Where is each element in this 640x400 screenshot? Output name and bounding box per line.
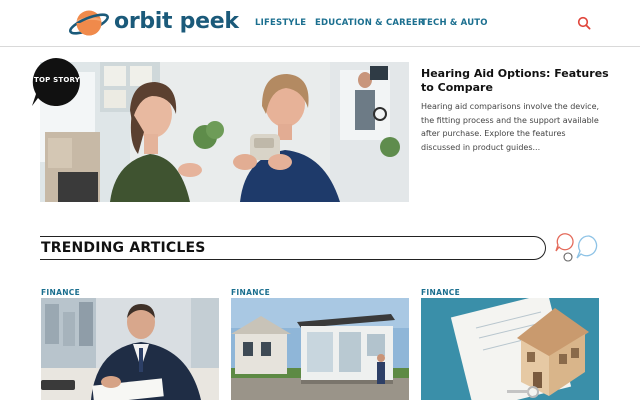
- search-icon[interactable]: [577, 16, 591, 30]
- site-logo[interactable]: orbit peek: [68, 6, 239, 40]
- nav-lifestyle[interactable]: LIFESTYLE: [255, 18, 306, 28]
- card-category[interactable]: FINANCE: [41, 288, 80, 297]
- card-image-businessman[interactable]: [41, 298, 219, 400]
- top-story-excerpt: Hearing aid comparisons involve the devi…: [421, 102, 600, 152]
- businessman-photo: [41, 298, 219, 400]
- site-header: orbit peek LIFESTYLE EDUCATION & CAREER …: [0, 0, 640, 47]
- house-model-photo: [421, 298, 599, 400]
- card-image-house-model[interactable]: [421, 298, 599, 400]
- top-story-image[interactable]: [40, 62, 409, 202]
- nav-tech-auto[interactable]: TECH & AUTO: [421, 18, 488, 28]
- trending-title: TRENDING ARTICLES: [41, 240, 206, 256]
- nav-education-career[interactable]: EDUCATION & CAREER: [315, 18, 425, 28]
- logo-wordmark: orbit peek: [114, 9, 239, 34]
- planet-logo-icon: [69, 10, 109, 36]
- card-category[interactable]: FINANCE: [421, 288, 460, 297]
- top-story-title[interactable]: Hearing Aid Options: Features to Compare: [421, 67, 611, 95]
- speech-bubbles-icon: [555, 233, 598, 262]
- card-category[interactable]: FINANCE: [231, 288, 270, 297]
- tiny-house-photo: [231, 298, 409, 400]
- top-story-badge-label: TOP STORY: [34, 76, 80, 84]
- card-image-tiny-house[interactable]: [231, 298, 409, 400]
- clinic-photo: [40, 62, 409, 202]
